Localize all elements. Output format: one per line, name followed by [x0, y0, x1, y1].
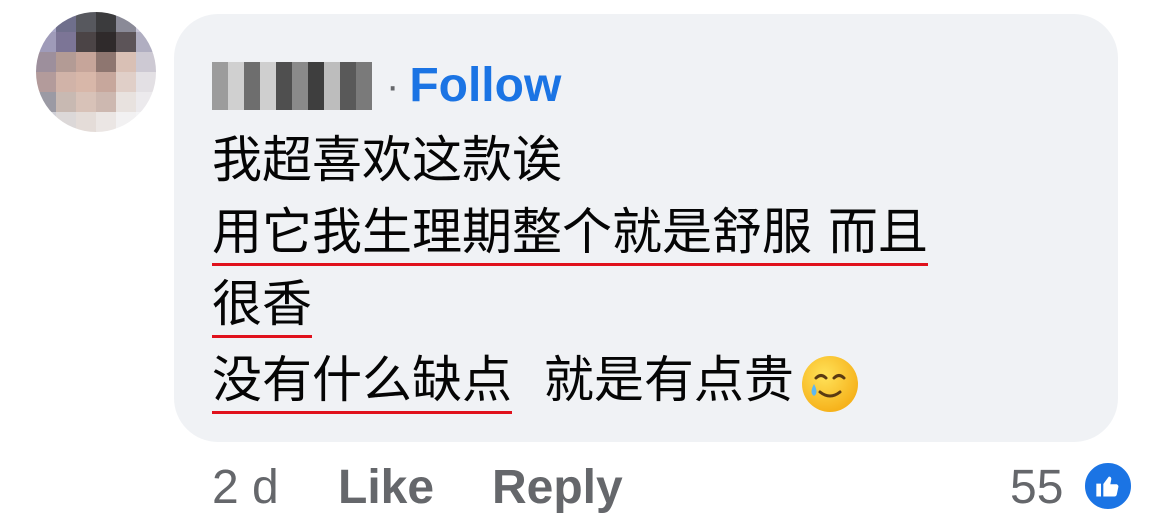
avatar[interactable]: [36, 12, 156, 132]
like-button[interactable]: Like: [338, 460, 434, 516]
reaction-count[interactable]: 55: [1010, 460, 1063, 516]
comment-line-2: 用它我生理期整个就是舒服 而且: [212, 202, 928, 266]
comment-line-1: 我超喜欢这款诶: [212, 130, 562, 190]
follow-button[interactable]: Follow: [409, 62, 561, 110]
comment-line-4: 没有什么缺点 就是有点贵: [212, 350, 860, 414]
comment-text-underlined: 没有什么缺点: [212, 351, 512, 414]
comment-text: 就是有点贵: [543, 351, 794, 409]
comment-text-underlined: 很香: [212, 275, 312, 338]
reply-button[interactable]: Reply: [492, 460, 623, 516]
thumbs-up-icon[interactable]: [1082, 460, 1134, 512]
author-name[interactable]: [212, 61, 372, 111]
comment-header: · Follow: [212, 58, 561, 114]
comment-timestamp[interactable]: 2 d: [212, 460, 279, 516]
comment-text-underlined: 用它我生理期整个就是舒服 而且: [212, 203, 928, 266]
smiling-face-with-tear-icon: [801, 355, 858, 412]
separator-dot: ·: [386, 64, 400, 108]
comment-text: 我超喜欢这款诶: [212, 131, 562, 189]
comment-line-3: 很香: [212, 274, 312, 338]
